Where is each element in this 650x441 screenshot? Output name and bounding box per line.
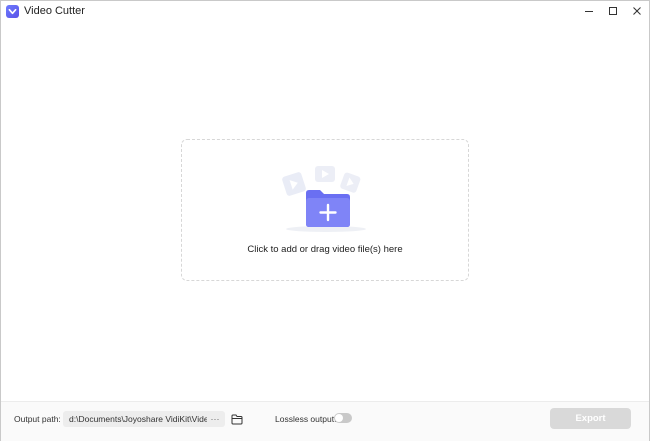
- close-icon: [633, 7, 641, 15]
- close-button[interactable]: [625, 1, 649, 21]
- folder-icon: [231, 414, 243, 424]
- toggle-knob: [335, 414, 343, 422]
- app-window: Video Cutter Click to add or drag video …: [0, 0, 650, 441]
- browse-more-button[interactable]: ···: [208, 411, 222, 427]
- minimize-icon: [585, 11, 593, 12]
- window-title: Video Cutter: [24, 5, 85, 17]
- file-drop-zone[interactable]: Click to add or drag video file(s) here: [181, 139, 469, 281]
- drop-zone-instruction: Click to add or drag video file(s) here: [247, 244, 403, 255]
- export-button[interactable]: Export: [550, 408, 631, 429]
- output-path-field[interactable]: d:\Documents\Joyoshare VidiKit\Video ···: [63, 411, 225, 427]
- lossless-output-toggle[interactable]: [334, 413, 352, 423]
- app-logo-icon: [6, 4, 19, 18]
- maximize-button[interactable]: [601, 1, 625, 21]
- bottom-toolbar: Output path: d:\Documents\Joyoshare Vidi…: [1, 401, 649, 441]
- add-video-folder-icon: [282, 166, 366, 232]
- output-path-label: Output path:: [14, 414, 61, 424]
- lossless-output-label: Lossless output:: [275, 414, 337, 424]
- minimize-button[interactable]: [577, 1, 601, 21]
- main-area: Click to add or drag video file(s) here: [1, 21, 649, 401]
- maximize-icon: [609, 7, 617, 15]
- output-path-value: d:\Documents\Joyoshare VidiKit\Video: [69, 414, 207, 424]
- window-controls: [577, 1, 649, 21]
- title-bar: Video Cutter: [1, 1, 649, 21]
- open-folder-button[interactable]: [230, 411, 244, 427]
